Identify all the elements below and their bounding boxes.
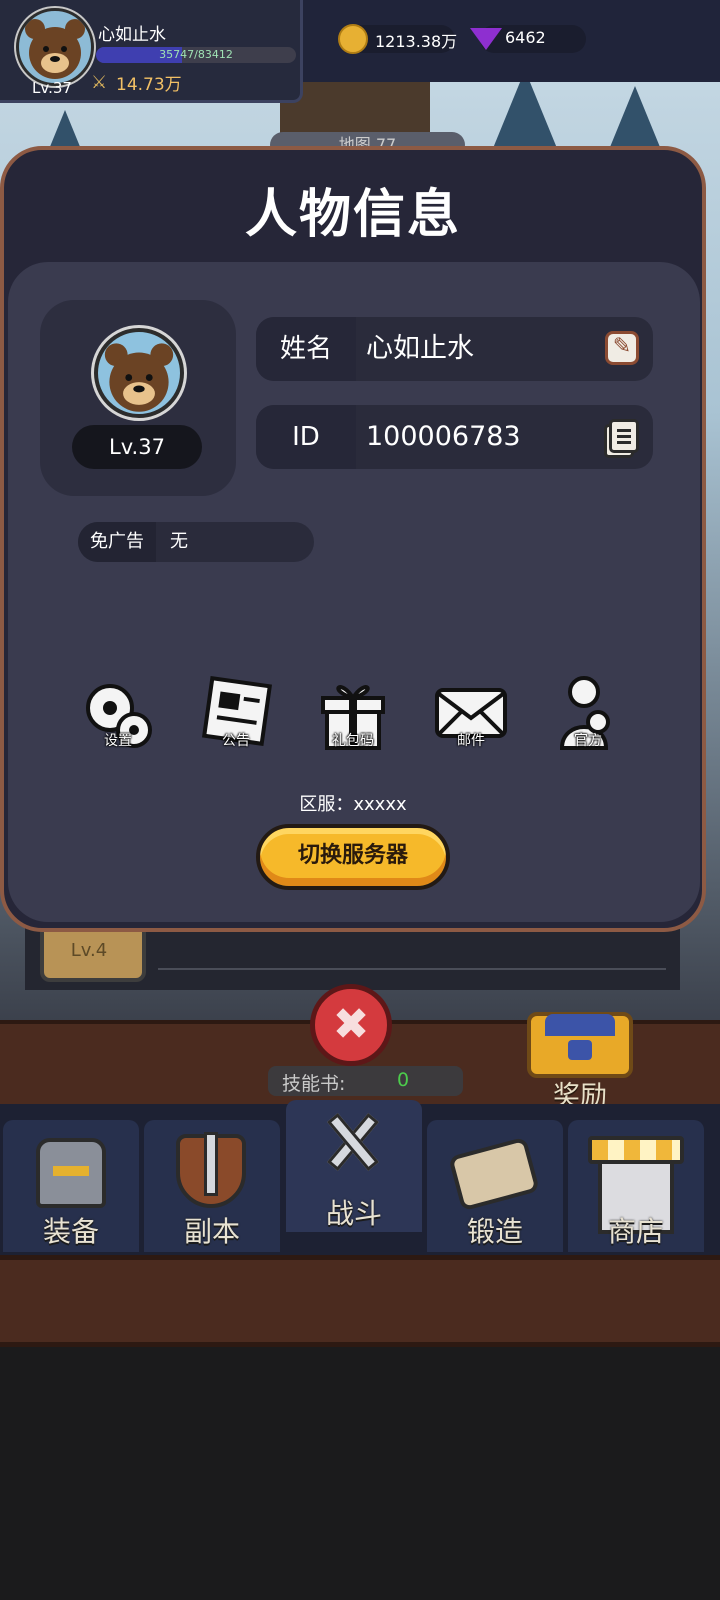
adfree-key: 免广告 (78, 522, 156, 562)
mail-label: 邮件 (457, 733, 485, 749)
tab-equipment-label: 装备 (42, 1215, 99, 1248)
player-level: Lv.37 (32, 79, 72, 97)
gem-amount: 6462 (505, 28, 546, 47)
skill-book-value: 0 (397, 1069, 410, 1091)
copy-line (617, 441, 631, 444)
skill-book-label: 技能书: (282, 1073, 346, 1095)
xp-text: 35747/83412 (159, 48, 233, 61)
combat-power: 14.73万 (116, 75, 182, 95)
adfree-row: 免广告 无 (78, 522, 314, 562)
id-row: ID 100006783 (256, 405, 653, 469)
helmet-visor (53, 1166, 89, 1176)
tab-forge-label: 锻造 (466, 1215, 523, 1248)
id-value: 100006783 (366, 421, 521, 452)
shop-awning (588, 1136, 684, 1164)
item-level: Lv.4 (70, 940, 108, 961)
wood-bottom-band (0, 1255, 720, 1347)
adfree-value: 无 (170, 531, 188, 552)
chest-lid (545, 1014, 615, 1036)
sword-icon (204, 1132, 218, 1196)
copy-line (617, 435, 631, 438)
settings-label: 设置 (104, 733, 132, 749)
tab-dungeon-label: 副本 (183, 1215, 240, 1248)
close-icon: ✖ (332, 999, 370, 1050)
player-name: 心如止水 (98, 25, 166, 45)
gift-code-label: 礼包码 (332, 733, 374, 749)
player-avatar[interactable] (16, 8, 94, 86)
modal-title: 人物信息 (244, 185, 461, 245)
official-label: 官方 (574, 733, 602, 749)
copy-line (617, 429, 631, 432)
crossed-swords-small-icon: ⚔ (91, 72, 108, 93)
edit-name-icon[interactable]: ✎ (605, 331, 639, 365)
name-value: 心如止水 (366, 333, 474, 364)
profile-avatar[interactable] (94, 328, 184, 418)
tab-shop-label: 商店 (607, 1215, 664, 1248)
bear-face-icon (25, 19, 85, 79)
id-key: ID (256, 405, 356, 469)
divider (158, 968, 666, 970)
name-row: 姓名 心如止水 (256, 317, 653, 381)
coin-icon (338, 24, 368, 54)
coin-amount: 1213.38万 (375, 32, 458, 51)
copy-id-icon-front[interactable] (609, 419, 639, 453)
switch-server-button[interactable]: 切换服务器 (256, 824, 450, 890)
close-button[interactable]: ✖ (310, 984, 392, 1066)
name-key: 姓名 (256, 317, 356, 381)
gem-icon (470, 28, 502, 50)
chest-lock-icon (568, 1040, 592, 1060)
profile-level: Lv.37 (72, 425, 202, 469)
server-info: 区服：xxxxx (299, 794, 407, 815)
tab-battle-label: 战斗 (325, 1197, 382, 1230)
bear-face-icon (104, 343, 174, 412)
notice-label: 公告 (222, 733, 250, 749)
